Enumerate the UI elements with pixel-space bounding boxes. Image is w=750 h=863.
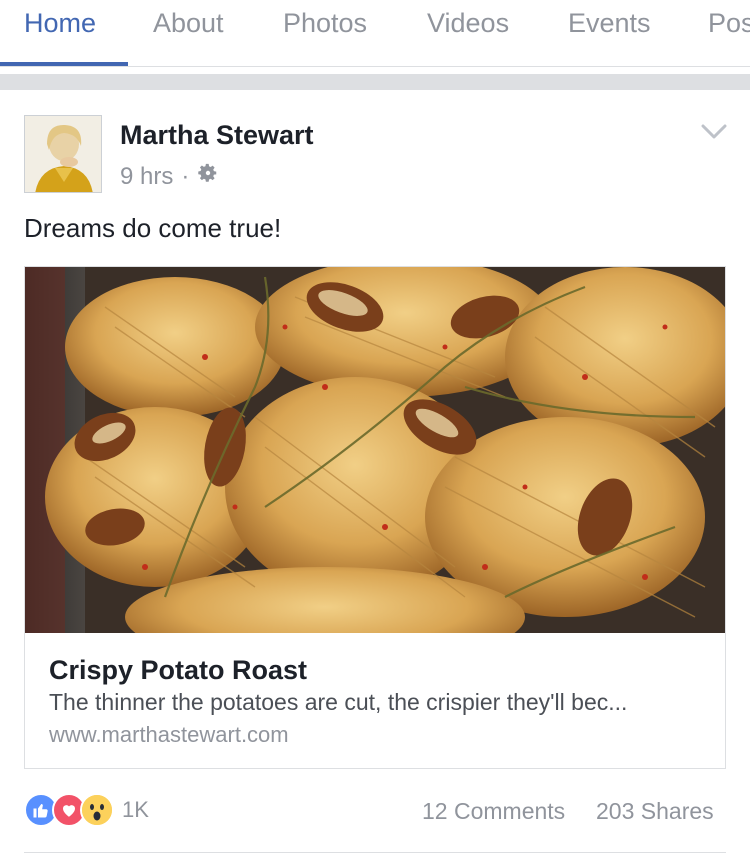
reaction-count[interactable]: 1K [122,797,149,823]
reactions-summary[interactable]: 1K [24,793,149,827]
audience-gear-icon [197,162,219,191]
meta-separator: · [181,162,190,190]
active-tab-indicator [0,62,128,66]
link-title[interactable]: Crispy Potato Roast [49,655,307,686]
post-options-chevron-down-icon[interactable] [700,122,728,142]
section-divider [0,74,750,90]
wow-icon [80,793,114,827]
post-timestamp[interactable]: 9 hrs [120,163,173,191]
tab-events[interactable]: Events [568,8,651,39]
link-preview-card[interactable]: Crispy Potato Roast The thinner the pota… [24,266,726,769]
tab-home[interactable]: Home [24,8,96,39]
shares-count[interactable]: 203 Shares [596,798,714,825]
link-domain: www.marthastewart.com [49,722,289,747]
author-avatar[interactable] [24,115,102,193]
link-description: The thinner the potatoes are cut, the cr… [49,689,628,715]
tab-posts[interactable]: Pos [708,8,750,39]
page-tab-bar: Home About Photos Videos Events Pos [0,0,750,67]
tab-about[interactable]: About [153,8,224,39]
tab-photos[interactable]: Photos [283,8,367,39]
tab-videos[interactable]: Videos [427,8,509,39]
post-caption: Dreams do come true! [24,213,282,243]
post-author-name[interactable]: Martha Stewart [120,120,314,151]
comments-count[interactable]: 12 Comments [422,798,565,825]
post-meta: 9 hrs · [120,162,219,191]
link-preview-image[interactable] [25,267,725,633]
post-footer-divider [24,852,726,853]
